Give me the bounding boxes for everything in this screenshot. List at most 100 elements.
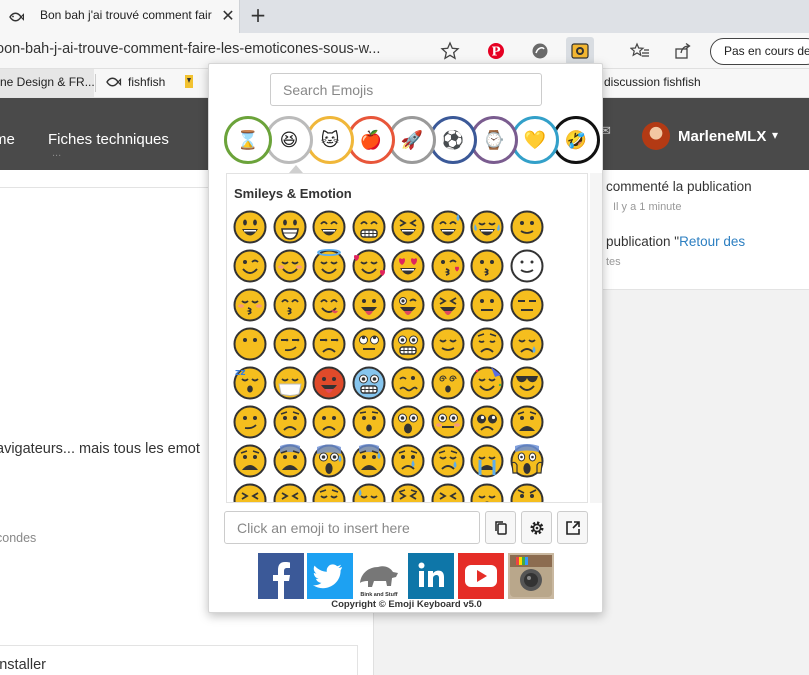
emoji-pensive-icon[interactable] [469, 326, 505, 362]
emoji-worried-icon[interactable] [272, 404, 308, 440]
insert-field[interactable] [224, 511, 480, 544]
emoji-party-icon[interactable] [469, 365, 505, 401]
settings-button[interactable] [521, 511, 552, 544]
search-input[interactable] [270, 73, 542, 106]
emoji-unamused-icon[interactable] [311, 326, 347, 362]
emoji-cry-icon[interactable] [390, 443, 426, 479]
emoji-keyboard-extension-icon[interactable] [566, 37, 594, 65]
open-external-button[interactable] [557, 511, 588, 544]
emoji-kiss-heart-icon[interactable] [430, 248, 466, 284]
emoji-tongue-wink-icon[interactable] [390, 287, 426, 323]
emoji-weary-icon[interactable] [390, 482, 426, 502]
bookmark-design[interactable]: ne Design & FR... [0, 69, 94, 97]
category-smileys-tab[interactable]: 😆 [265, 116, 313, 164]
url-field[interactable]: oon-bah-j-ai-trouve-comment-faire-les-em… [0, 41, 432, 57]
emoji-fearful-icon[interactable] [272, 443, 308, 479]
emoji-cool-icon[interactable] [509, 365, 545, 401]
category-activity-tab[interactable]: ⚽ [429, 116, 477, 164]
bink-and-stuff-button[interactable]: Bink and Stuff [356, 553, 402, 599]
category-recent-tab[interactable]: ⌛ [224, 116, 272, 164]
emoji-yawn-icon[interactable] [469, 482, 505, 502]
emoji-hearts-icon[interactable] [351, 248, 387, 284]
bookmark-fishfish[interactable]: fishfish [128, 75, 165, 89]
sync-button[interactable]: Pas en cours de s [710, 38, 809, 65]
bookmark-discussion-fishfish[interactable]: discussion fishfish [604, 75, 701, 89]
emoji-yum-icon[interactable] [311, 287, 347, 323]
active-tab[interactable]: Bon bah j'ai trouvé comment faire les ém… [0, 0, 240, 33]
emoji-sleepy-icon[interactable] [509, 326, 545, 362]
category-symbols-tab[interactable]: 💛 [511, 116, 559, 164]
emoji-smirk-icon[interactable] [272, 326, 308, 362]
emoji-no-mouth-icon[interactable] [232, 326, 268, 362]
category-objects-tab[interactable]: ⌚ [470, 116, 518, 164]
favorite-star-icon[interactable] [440, 41, 460, 61]
emoji-smile-icon[interactable] [311, 209, 347, 245]
category-food-tab[interactable]: 🍎 [347, 116, 395, 164]
emoji-hot-icon[interactable] [311, 365, 347, 401]
emoji-persevere-icon[interactable] [272, 482, 308, 502]
emoji-heart-eyes-icon[interactable] [390, 248, 426, 284]
emoji-neutral-icon[interactable] [469, 287, 505, 323]
emoji-relieved-icon[interactable] [430, 326, 466, 362]
youtube-button[interactable] [458, 553, 504, 599]
emoji-sweat-icon[interactable] [351, 482, 387, 502]
emoji-innocent-icon[interactable] [311, 248, 347, 284]
emoji-sad-icon[interactable] [430, 443, 466, 479]
favorites-list-icon[interactable] [630, 41, 650, 61]
category-animals-tab[interactable]: 🐱 [306, 116, 354, 164]
emoji-confused-icon[interactable] [232, 404, 268, 440]
emoji-frown-open-icon[interactable] [509, 404, 545, 440]
user-menu-caret-icon[interactable]: ▾ [772, 128, 778, 142]
emoji-cold-icon[interactable] [351, 365, 387, 401]
emoji-slight-smile-icon[interactable] [509, 209, 545, 245]
emoji-flushed-icon[interactable] [430, 404, 466, 440]
emoji-dizzy-icon[interactable] [430, 365, 466, 401]
emoji-sleeping-icon[interactable]: zz [232, 365, 268, 401]
emoji-tongue-icon[interactable] [351, 287, 387, 323]
emoji-sweat-smile-icon[interactable] [430, 209, 466, 245]
notification-link[interactable]: Retour des [679, 234, 745, 249]
category-flags-tab[interactable]: 🤣 [552, 116, 600, 164]
user-name[interactable]: MarleneMLX [678, 128, 766, 145]
emoji-grin-icon[interactable] [351, 209, 387, 245]
avatar[interactable] [642, 122, 670, 150]
emoji-masked-icon[interactable] [272, 365, 308, 401]
scrollbar[interactable] [590, 173, 602, 503]
emoji-confounded-icon[interactable] [232, 482, 268, 502]
emoji-astonished-icon[interactable] [390, 404, 426, 440]
emoji-laughing-icon[interactable] [390, 209, 426, 245]
emoji-scream-sweat-icon[interactable] [311, 443, 347, 479]
emoji-angry-icon[interactable] [509, 482, 545, 502]
emoji-grinning-icon[interactable] [232, 209, 268, 245]
emoji-tired-icon[interactable] [430, 482, 466, 502]
category-travel-tab[interactable]: 🚀 [388, 116, 436, 164]
instagram-button[interactable] [508, 553, 554, 599]
emoji-anguished-icon[interactable] [232, 443, 268, 479]
emoji-hushed-icon[interactable] [351, 404, 387, 440]
emoji-tongue-squint-icon[interactable] [430, 287, 466, 323]
emoji-grimace-icon[interactable] [390, 326, 426, 362]
pinterest-icon[interactable]: P [486, 41, 506, 61]
emoji-wink-icon[interactable] [232, 248, 268, 284]
bookmark-flag-icon[interactable] [184, 73, 194, 94]
new-tab-button[interactable]: + [246, 4, 270, 28]
emoji-sob-icon[interactable] [469, 443, 505, 479]
emoji-rolling-eyes-icon[interactable] [351, 326, 387, 362]
emoji-slight-frown-icon[interactable] [311, 404, 347, 440]
twitter-button[interactable] [307, 553, 353, 599]
emoji-joy-icon[interactable] [469, 209, 505, 245]
share-icon[interactable] [673, 41, 693, 61]
nav-fiches-techniques[interactable]: Fiches techniques [48, 131, 169, 148]
emoji-woozy-icon[interactable] [390, 365, 426, 401]
emoji-cold-sweat-icon[interactable] [351, 443, 387, 479]
emoji-kiss-smile-icon[interactable] [272, 287, 308, 323]
emoji-grinning-big-icon[interactable] [272, 209, 308, 245]
emoji-kiss-blush-icon[interactable] [232, 287, 268, 323]
extension-icon[interactable] [530, 41, 550, 61]
linkedin-button[interactable] [408, 553, 454, 599]
nav-home[interactable]: me [0, 131, 15, 148]
emoji-pleading-icon[interactable] [469, 404, 505, 440]
emoji-disappointed-icon[interactable] [311, 482, 347, 502]
emoji-white-smile-icon[interactable] [509, 248, 545, 284]
emoji-expressionless-icon[interactable] [509, 287, 545, 323]
